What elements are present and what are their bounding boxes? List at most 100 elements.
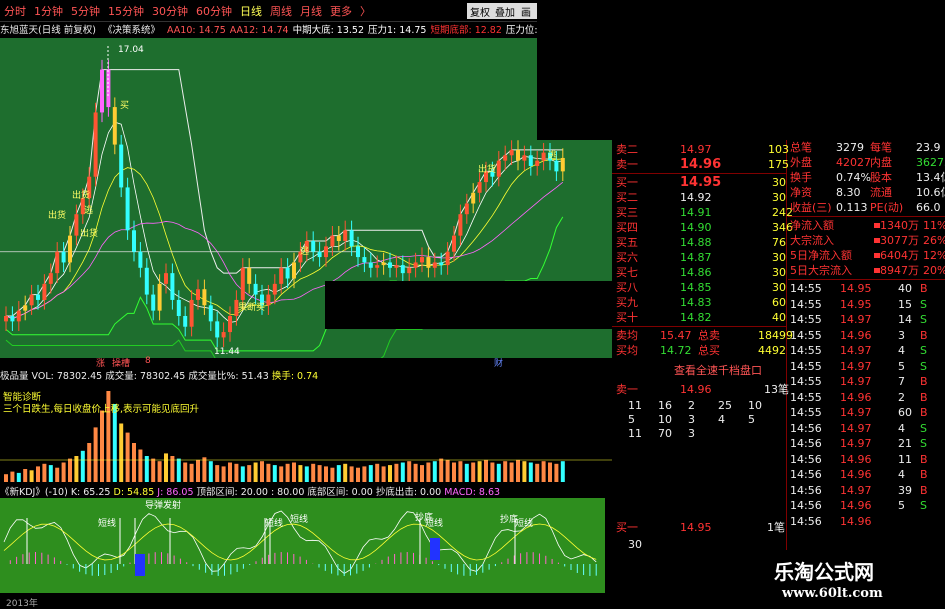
- tick-time: 14:56: [790, 483, 822, 497]
- signal-annotation: 出货: [48, 209, 66, 221]
- tick-price: 14.97: [840, 483, 872, 497]
- order-volume: 30: [772, 251, 786, 264]
- fund-flow-row: 5日净流入额 6404万 12%: [788, 248, 945, 263]
- volume-bar: [279, 466, 284, 482]
- volume-bar: [4, 474, 8, 482]
- flow-label: 5日净流入额: [790, 249, 852, 262]
- period-tab[interactable]: 日线: [236, 3, 266, 19]
- volume-bar: [16, 472, 21, 482]
- volume-bar: [138, 449, 143, 482]
- queue-cell: 10: [748, 399, 762, 412]
- draw-button[interactable]: 画线: [518, 3, 537, 19]
- volume-bar: [381, 466, 386, 482]
- volume-bar: [394, 463, 399, 482]
- overlay-button[interactable]: 叠加: [492, 3, 518, 19]
- tick-row: 14:55 14.97 60 B: [788, 405, 945, 420]
- tick-volume: 7: [898, 375, 905, 388]
- indicator-value: AA10: 14.75: [167, 25, 226, 36]
- candle-body: [170, 273, 175, 300]
- period-tab[interactable]: 分时: [0, 3, 30, 19]
- period-tab[interactable]: 5分钟: [67, 3, 104, 19]
- volume-bar: [400, 462, 405, 482]
- candle-body: [324, 246, 328, 258]
- stat-value: 13.4亿: [916, 171, 945, 184]
- candle-body: [522, 155, 527, 161]
- stat-value: 3279: [836, 141, 864, 154]
- candle-body: [138, 251, 143, 268]
- stat-value: 0.74%: [836, 171, 871, 184]
- flow-pct: 26%: [923, 234, 945, 247]
- flow-value: 1340万: [880, 219, 919, 232]
- order-price: 14.92: [680, 191, 712, 204]
- low-label: 11.44: [214, 347, 240, 357]
- watermark-url: www.60lt.com: [782, 586, 883, 601]
- signal-annotation: 出货: [72, 189, 90, 201]
- tick-time: 14:55: [790, 297, 822, 311]
- volume-bar: [548, 462, 552, 482]
- full-depth-button[interactable]: 查看全速千档盘口: [674, 362, 762, 378]
- period-tab[interactable]: 30分钟: [148, 3, 192, 19]
- candle-body: [253, 283, 258, 295]
- sell1-summary-row: 卖一 14.96 13笔: [612, 382, 789, 397]
- tick-row: 14:55 14.96 2 B: [788, 390, 945, 405]
- buy-level-row: 买二 14.92 30: [612, 190, 786, 205]
- order-volume: 30: [772, 191, 786, 204]
- tick-direction: S: [920, 437, 927, 450]
- candle-body: [362, 257, 367, 263]
- candle-body: [247, 267, 252, 284]
- signal-annotation: 逃: [300, 245, 309, 257]
- volume-bar: [439, 458, 444, 482]
- queue-cell: 25: [718, 399, 732, 412]
- period-tab[interactable]: 15分钟: [104, 3, 148, 19]
- volume-bar: [490, 462, 495, 482]
- volume-bar: [362, 466, 367, 482]
- tick-time: 14:55: [790, 406, 822, 419]
- candle-body: [509, 149, 514, 156]
- volume-bar: [183, 462, 188, 482]
- kdj-right-gap: [605, 498, 612, 593]
- period-tab[interactable]: 1分钟: [30, 3, 67, 19]
- candle-body: [266, 294, 271, 306]
- candle-body: [144, 267, 149, 295]
- total-value: 4492: [758, 344, 786, 357]
- kdj-chart[interactable]: 短线 导弹发射 短线 短线 抄底 短线 抄底 短线: [0, 498, 605, 593]
- period-tab[interactable]: 更多: [326, 3, 356, 19]
- volume-bar: [157, 461, 162, 482]
- candle-body: [68, 235, 72, 263]
- diagnosis-desc: 三个日跌生,每日收盘价上移,表示可能见底回升: [3, 404, 200, 415]
- queue-cell: 5: [628, 413, 635, 426]
- volume-bar: [266, 463, 271, 482]
- period-tab[interactable]: 60分钟: [192, 3, 236, 19]
- candle-body: [420, 257, 424, 263]
- candle-body: [215, 321, 220, 338]
- candle-body: [356, 246, 360, 258]
- order-volume: 103: [768, 143, 789, 156]
- period-tab[interactable]: 月线: [296, 3, 326, 19]
- tick-volume: 4: [898, 468, 905, 481]
- candle-body: [413, 262, 418, 268]
- volume-bar: [80, 450, 85, 482]
- buy-level-row: 买四 14.90 346: [612, 220, 793, 235]
- volume-bar: [509, 462, 514, 482]
- flow-label: 5日大宗流入: [790, 264, 852, 277]
- tick-time: 14:56: [790, 421, 822, 435]
- indicator-value: 短期底部: 12.82: [430, 25, 502, 36]
- more-arrow-icon[interactable]: 〉: [356, 3, 375, 19]
- buy1-price: 14.95: [680, 521, 712, 534]
- tick-price: 14.96: [840, 468, 872, 481]
- restore-button[interactable]: 复权: [467, 3, 493, 19]
- candle-body: [477, 182, 482, 193]
- queue-cell: 2: [688, 399, 695, 412]
- kdj-signal-label: 导弹发射: [145, 499, 181, 511]
- volume-bar: [215, 465, 220, 482]
- volume-chart[interactable]: 智能诊断 三个日跌生,每日收盘价上移,表示可能见底回升: [0, 382, 612, 484]
- buy1-count: 1笔: [767, 521, 785, 534]
- tick-volume: 15: [898, 297, 912, 311]
- tick-row: 14:55 14.97 4 S: [788, 343, 945, 358]
- kdj-macd: MACD: 8.63: [444, 487, 501, 498]
- stat-label: 换手: [790, 171, 812, 184]
- tick-volume: 5: [898, 359, 905, 373]
- volume-bar: [164, 453, 168, 482]
- stats-row: 换手 0.74%股本 13.4亿: [788, 170, 945, 185]
- period-tab[interactable]: 周线: [266, 3, 296, 19]
